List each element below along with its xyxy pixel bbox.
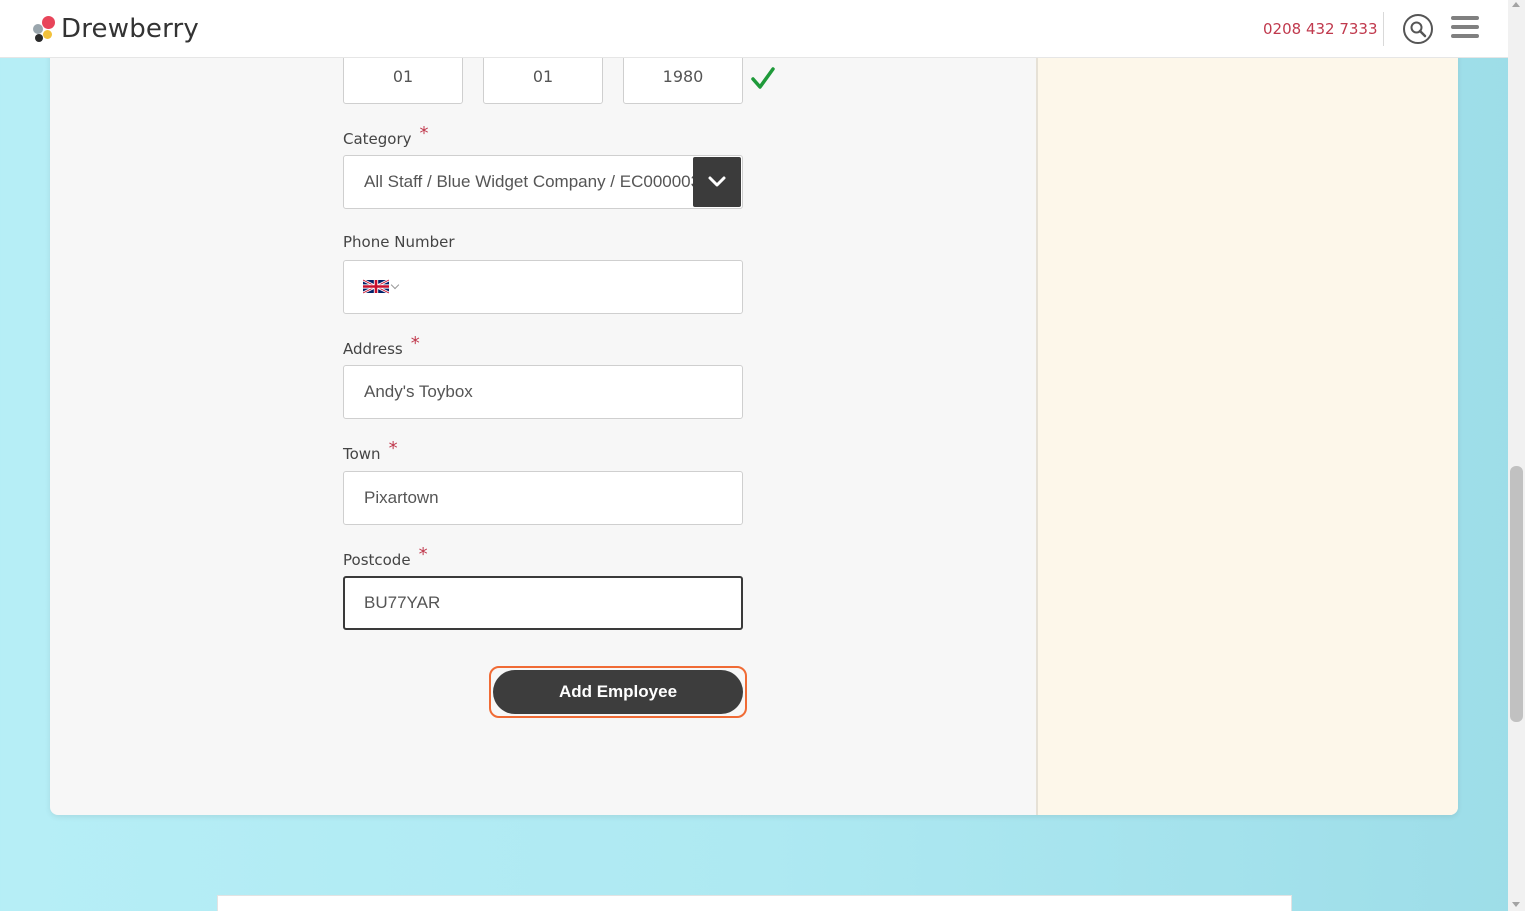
form-card [50, 40, 1458, 815]
chevron-down-icon [708, 176, 726, 187]
hamburger-menu-icon[interactable] [1451, 16, 1479, 40]
side-panel [1036, 40, 1458, 815]
chevron-down-icon [390, 280, 400, 290]
phone-link[interactable]: 0208 432 7333 [1263, 20, 1378, 38]
category-select[interactable]: All Staff / Blue Widget Company / EC0000… [343, 155, 743, 209]
postcode-input[interactable]: BU77YAR [343, 576, 743, 630]
required-mark: * [388, 438, 398, 459]
phone-label: Phone Number [343, 233, 455, 251]
town-input[interactable]: Pixartown [343, 471, 743, 525]
address-label: Address * [343, 333, 420, 358]
required-mark: * [418, 544, 428, 565]
header-divider [1383, 12, 1384, 46]
scroll-down-icon[interactable] [1512, 902, 1520, 907]
add-employee-focus-ring: Add Employee [489, 666, 747, 718]
required-mark: * [410, 333, 420, 354]
town-label: Town * [343, 438, 398, 463]
category-dropdown-button[interactable] [693, 157, 741, 207]
postcode-label: Postcode * [343, 544, 428, 569]
scroll-up-icon[interactable] [1512, 2, 1520, 7]
search-button[interactable] [1403, 14, 1433, 44]
brand-name: Drewberry [61, 14, 200, 44]
check-icon [751, 67, 775, 89]
next-section-card [217, 895, 1292, 911]
uk-flag-icon [363, 278, 389, 295]
search-icon [1410, 21, 1427, 38]
brand-logo[interactable]: Drewberry [31, 13, 199, 45]
required-mark: * [419, 123, 429, 144]
address-input[interactable]: Andy's Toybox [343, 365, 743, 419]
category-value: All Staff / Blue Widget Company / EC0000… [364, 172, 694, 191]
site-header: Drewberry 0208 432 7333 [0, 0, 1508, 58]
add-employee-button[interactable]: Add Employee [493, 670, 743, 714]
dob-year-input[interactable]: 1980 [623, 50, 743, 104]
dob-day-input[interactable]: 01 [343, 50, 463, 104]
scrollbar-thumb[interactable] [1510, 466, 1523, 722]
phone-input[interactable] [343, 260, 743, 314]
logo-mark-icon [31, 15, 57, 43]
dob-month-input[interactable]: 01 [483, 50, 603, 104]
category-label: Category * [343, 123, 429, 148]
country-selector[interactable] [363, 278, 400, 295]
page-scrollbar[interactable] [1508, 0, 1525, 911]
